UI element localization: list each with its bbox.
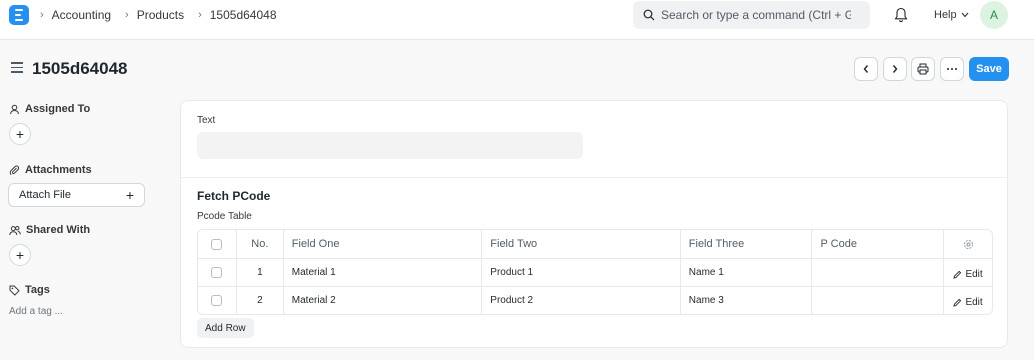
add-assignee-button[interactable]: + xyxy=(9,123,31,145)
edit-row-button[interactable]: Edit xyxy=(953,297,983,308)
search-icon xyxy=(643,9,655,21)
chevron-right-icon: › xyxy=(125,9,129,21)
column-header-no: No. xyxy=(235,230,283,258)
cell-field-three[interactable]: Name 3 xyxy=(679,287,812,314)
chevron-right-icon xyxy=(892,65,898,73)
text-field[interactable] xyxy=(197,132,583,159)
save-button[interactable]: Save xyxy=(969,57,1009,81)
attachments-label: Attachments xyxy=(25,164,92,176)
row-select-cell xyxy=(198,259,236,286)
cell-field-one[interactable]: Material 2 xyxy=(282,287,482,314)
cell-p-code[interactable] xyxy=(811,259,943,286)
paperclip-icon xyxy=(9,165,20,175)
cell-field-two[interactable]: Product 2 xyxy=(481,287,680,314)
search-input[interactable] xyxy=(661,8,851,22)
row-actions-cell: Edit xyxy=(943,259,992,286)
select-all-cell xyxy=(198,230,236,258)
help-dropdown[interactable]: Help xyxy=(934,9,969,21)
breadcrumb-accounting[interactable]: Accounting xyxy=(52,8,111,22)
navbar: › Accounting › Products › 1505d64048 Hel… xyxy=(0,0,1034,40)
add-row-button[interactable]: Add Row xyxy=(197,318,254,338)
assigned-to-label: Assigned To xyxy=(25,103,91,115)
add-share-button[interactable]: + xyxy=(9,244,31,266)
printer-icon xyxy=(917,63,929,75)
more-actions-button[interactable] xyxy=(940,57,964,81)
column-header-p-code: P Code xyxy=(811,230,943,258)
edit-label: Edit xyxy=(965,297,983,308)
edit-row-button[interactable]: Edit xyxy=(953,269,983,280)
settings-gear-icon[interactable] xyxy=(963,239,974,250)
assigned-to-heading: Assigned To xyxy=(9,103,90,115)
tags-heading: Tags xyxy=(9,284,50,296)
app-logo[interactable] xyxy=(9,5,29,25)
logo-e-icon xyxy=(15,9,23,21)
chevron-right-icon: › xyxy=(198,9,202,21)
attachments-heading: Attachments xyxy=(9,164,92,176)
pencil-icon xyxy=(953,270,962,279)
print-button[interactable] xyxy=(911,57,935,81)
page-title: 1505d64048 xyxy=(32,59,128,78)
breadcrumb: › Accounting › Products › 1505d64048 xyxy=(40,8,291,22)
cell-field-one[interactable]: Material 1 xyxy=(282,259,482,286)
edit-label: Edit xyxy=(965,269,983,280)
section-divider xyxy=(181,177,1009,178)
users-icon xyxy=(9,225,21,235)
breadcrumb-current[interactable]: 1505d64048 xyxy=(210,8,277,22)
pcode-table-label: Pcode Table xyxy=(197,211,252,222)
chevron-left-icon xyxy=(863,65,869,73)
chevron-down-icon xyxy=(961,12,969,18)
help-label: Help xyxy=(934,9,957,21)
avatar[interactable]: A xyxy=(980,1,1008,29)
row-number: 1 xyxy=(235,259,283,286)
tag-icon xyxy=(9,285,20,296)
page-head: 1505d64048 Save xyxy=(0,40,1034,96)
row-checkbox[interactable] xyxy=(211,267,223,278)
table-header-row: No. Field One Field Two Field Three P Co… xyxy=(198,230,992,258)
pencil-icon xyxy=(953,298,962,307)
text-field-label: Text xyxy=(197,115,216,126)
cell-p-code[interactable] xyxy=(811,287,943,314)
select-all-checkbox[interactable] xyxy=(211,238,223,250)
attach-file-label: Attach File xyxy=(19,189,71,201)
section-title: Fetch PCode xyxy=(197,189,271,203)
add-tag-link[interactable]: Add a tag ... xyxy=(9,306,63,317)
column-header-field-one: Field One xyxy=(282,230,482,258)
row-number: 2 xyxy=(235,287,283,314)
next-record-button[interactable] xyxy=(883,57,907,81)
row-checkbox[interactable] xyxy=(211,295,223,306)
attach-file-button[interactable]: Attach File + xyxy=(8,183,145,207)
plus-icon: + xyxy=(125,187,134,203)
chevron-right-icon: › xyxy=(40,9,44,21)
plus-icon: + xyxy=(15,126,25,142)
shared-with-label: Shared With xyxy=(26,224,91,236)
form-card: Text Fetch PCode Pcode Table No. Field O… xyxy=(180,100,1009,348)
previous-record-button[interactable] xyxy=(854,57,878,81)
breadcrumb-products[interactable]: Products xyxy=(137,8,184,22)
cell-field-three[interactable]: Name 1 xyxy=(679,259,812,286)
table-row[interactable]: 2 Material 2 Product 2 Name 3 Edit xyxy=(198,286,992,314)
more-horizontal-icon xyxy=(947,68,957,70)
column-header-field-three: Field Three xyxy=(679,230,812,258)
sidebar-toggle-icon[interactable] xyxy=(11,62,23,76)
shared-with-heading: Shared With xyxy=(9,224,90,236)
column-settings-cell xyxy=(943,230,992,258)
notifications-bell-icon[interactable] xyxy=(894,7,908,26)
cell-field-two[interactable]: Product 1 xyxy=(481,259,680,286)
plus-icon: + xyxy=(15,247,25,263)
row-actions-cell: Edit xyxy=(943,287,992,314)
search-bar[interactable] xyxy=(633,1,870,29)
row-select-cell xyxy=(198,287,236,314)
table-row[interactable]: 1 Material 1 Product 1 Name 1 Edit xyxy=(198,258,992,286)
pcode-table: No. Field One Field Two Field Three P Co… xyxy=(197,229,993,315)
user-icon xyxy=(10,104,19,114)
column-header-field-two: Field Two xyxy=(481,230,680,258)
tags-label: Tags xyxy=(25,284,50,296)
